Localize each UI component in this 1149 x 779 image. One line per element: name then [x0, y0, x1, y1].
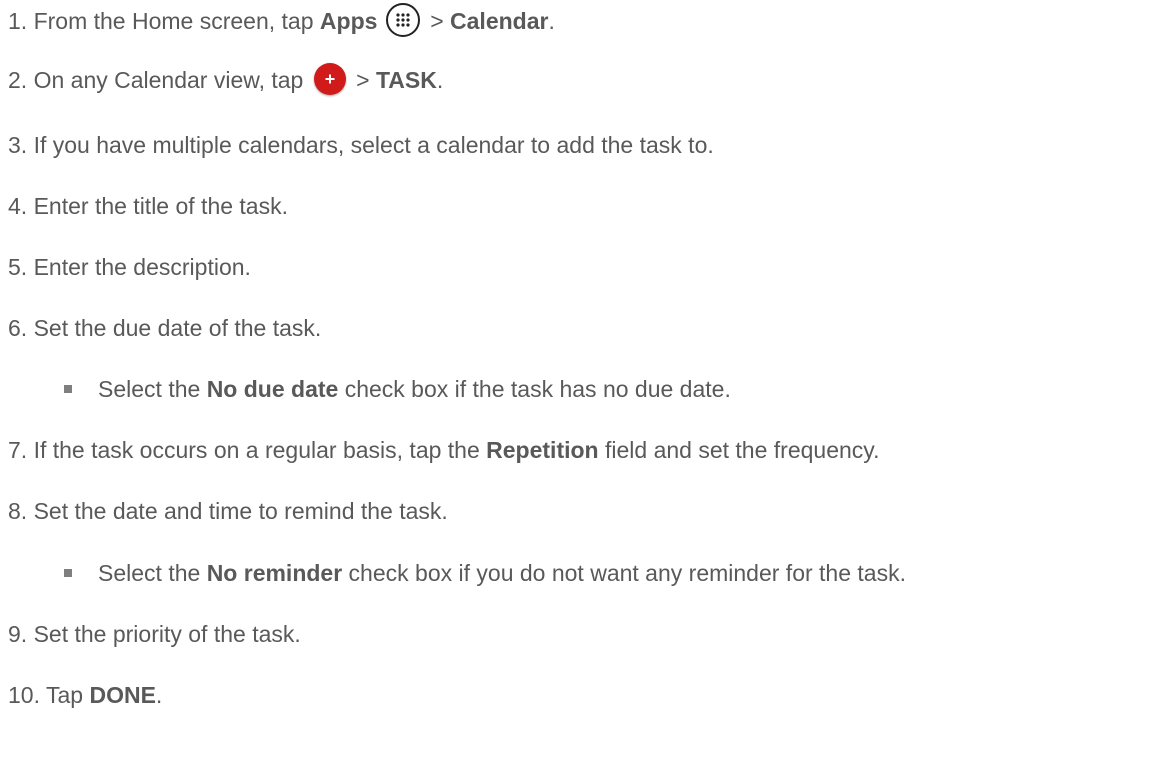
bullet-text: Select the: [98, 560, 207, 586]
step-text: field and set the frequency.: [598, 437, 880, 463]
separator: >: [349, 67, 376, 94]
calendar-label: Calendar: [450, 8, 549, 35]
period: .: [548, 8, 555, 35]
step-text: If you have multiple calendars, select a…: [33, 132, 714, 158]
apps-label: Apps: [319, 8, 378, 35]
step-text: Set the due date of the task.: [33, 315, 322, 341]
no-due-date-label: No due date: [206, 376, 339, 402]
square-bullet-icon: [64, 568, 72, 577]
step-7: 7. If the task occurs on a regular basis…: [8, 436, 879, 464]
step-2: 2. On any Calendar view, tap > TASK.: [8, 63, 444, 98]
step-text: From the Home screen, tap: [33, 8, 320, 35]
step-number: 9.: [8, 621, 28, 647]
step-1: 1. From the Home screen, tap Apps > Cale…: [8, 3, 555, 40]
square-bullet-icon: [64, 384, 72, 393]
add-plus-icon: [313, 63, 346, 95]
repetition-label: Repetition: [486, 437, 599, 463]
apps-grid-icon: [385, 3, 420, 37]
task-label: TASK: [375, 67, 437, 94]
step-6: 6. Set the due date of the task.: [8, 314, 321, 342]
step-text: Enter the description.: [33, 254, 251, 280]
step-3: 3. If you have multiple calendars, selec…: [8, 131, 714, 159]
step-number: 10.: [8, 682, 40, 708]
step-9: 9. Set the priority of the task.: [8, 620, 301, 648]
step-text: Set the priority of the task.: [33, 621, 301, 647]
period: .: [155, 682, 163, 708]
step-number: 6.: [8, 315, 28, 341]
step-5: 5. Enter the description.: [8, 253, 251, 281]
step-number: 8.: [8, 498, 28, 524]
bullet-text: check box if the task has no due date.: [338, 376, 731, 402]
step-number: 2.: [8, 67, 28, 94]
step-6-bullet: Select the No due date check box if the …: [64, 375, 731, 403]
bullet-text: Select the: [98, 376, 207, 402]
step-number: 4.: [8, 193, 28, 219]
step-text: On any Calendar view, tap: [33, 67, 310, 94]
step-10: 10. Tap DONE.: [8, 681, 162, 709]
step-number: 1.: [8, 8, 28, 35]
step-4: 4. Enter the title of the task.: [8, 192, 288, 220]
step-text: If the task occurs on a regular basis, t…: [33, 437, 487, 463]
step-number: 5.: [8, 254, 28, 280]
step-text: Set the date and time to remind the task…: [33, 498, 448, 524]
instructions-document: 1. From the Home screen, tap Apps > Cale…: [0, 0, 1149, 779]
step-8: 8. Set the date and time to remind the t…: [8, 497, 448, 525]
step-text: Tap: [45, 682, 90, 708]
period: .: [436, 67, 444, 94]
step-8-bullet: Select the No reminder check box if you …: [64, 559, 906, 587]
step-number: 7.: [8, 437, 28, 463]
no-reminder-label: No reminder: [206, 560, 343, 586]
bullet-text: check box if you do not want any reminde…: [342, 560, 906, 586]
done-label: DONE: [89, 682, 156, 708]
step-number: 3.: [8, 132, 28, 158]
separator: >: [423, 8, 451, 35]
step-text: Enter the title of the task.: [33, 193, 288, 219]
